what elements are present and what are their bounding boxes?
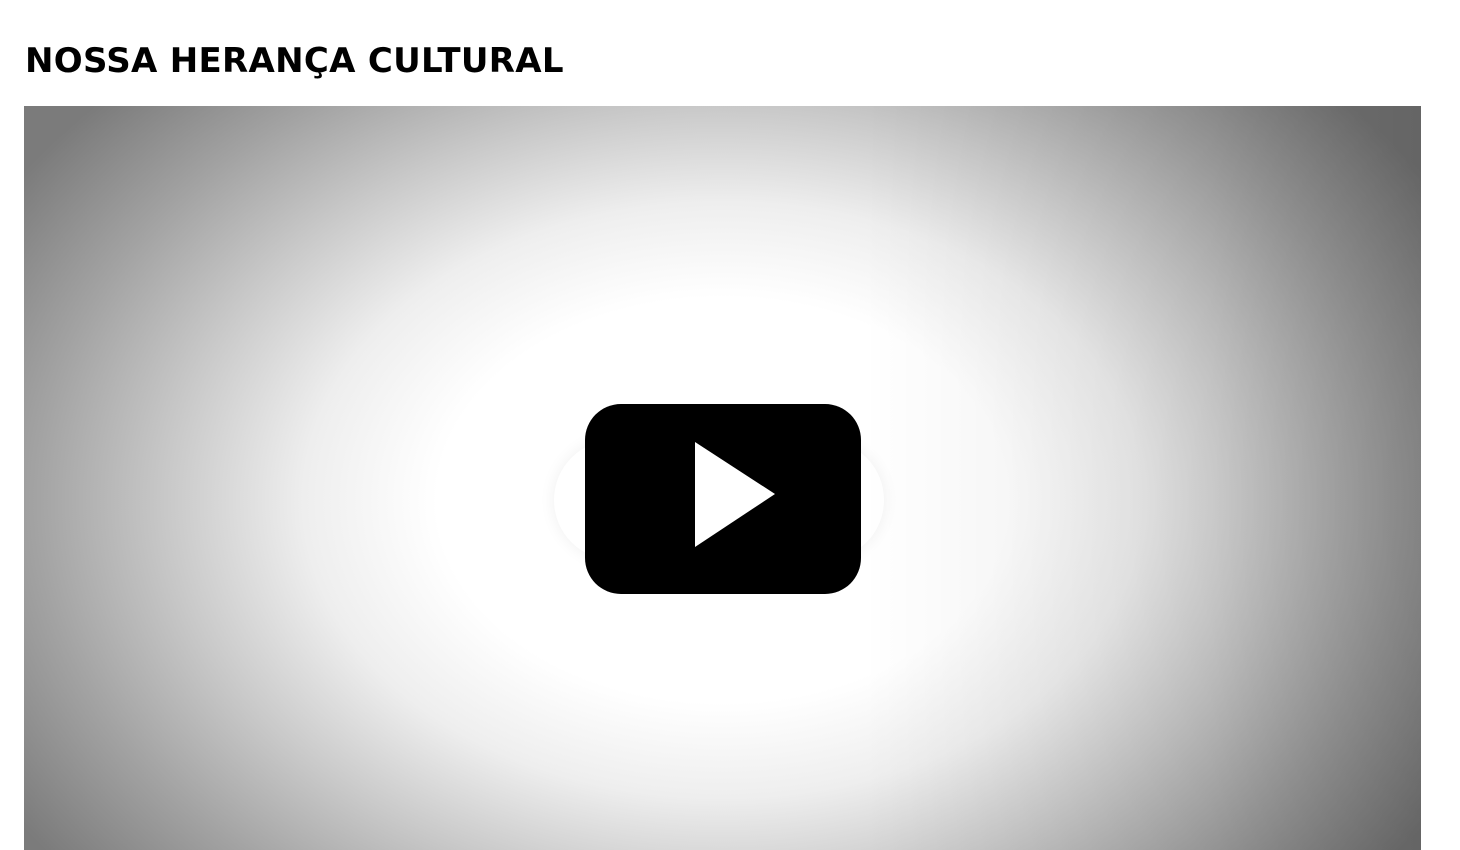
play-icon — [695, 442, 775, 547]
page-title: NOSSA HERANÇA CULTURAL — [25, 41, 564, 81]
video-player[interactable] — [24, 106, 1421, 850]
play-button[interactable] — [585, 404, 861, 594]
